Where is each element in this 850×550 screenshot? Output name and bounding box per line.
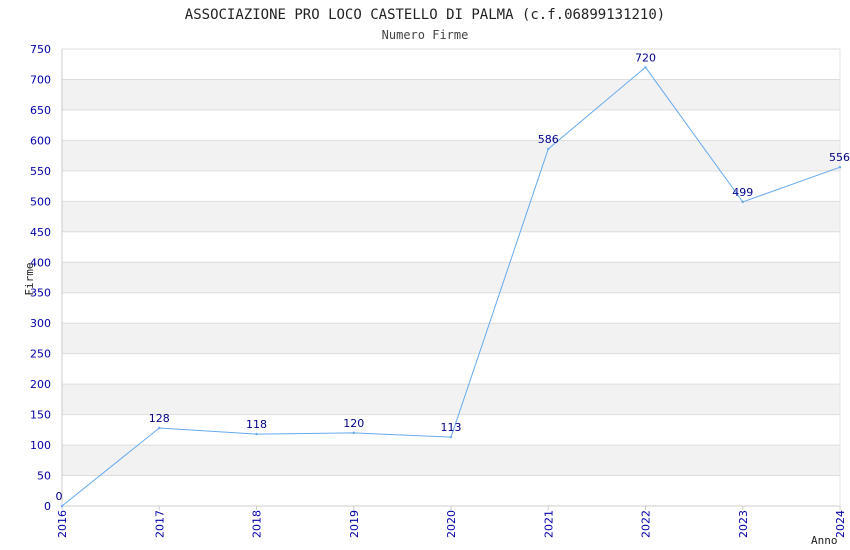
data-label: 128 <box>149 412 170 425</box>
chart-title: ASSOCIAZIONE PRO LOCO CASTELLO DI PALMA … <box>185 7 665 23</box>
x-tick-label: 2019 <box>348 510 361 538</box>
data-point <box>449 435 453 439</box>
y-tick-label: 100 <box>30 439 51 452</box>
plot-bands <box>62 79 840 476</box>
data-label: 118 <box>246 418 267 431</box>
plot-band <box>62 140 840 171</box>
y-tick-label: 250 <box>30 348 51 361</box>
y-tick-label: 600 <box>30 134 51 147</box>
plot-band <box>62 201 840 232</box>
y-tick-label: 200 <box>30 378 51 391</box>
plot-band <box>62 323 840 354</box>
x-tick-label: 2018 <box>251 510 264 538</box>
plot-band <box>62 445 840 476</box>
y-tick-label: 150 <box>30 409 51 422</box>
line-chart: ASSOCIAZIONE PRO LOCO CASTELLO DI PALMA … <box>23 7 850 547</box>
data-point <box>158 426 161 430</box>
data-label: 120 <box>343 417 364 430</box>
x-tick-label: 2021 <box>542 510 555 538</box>
y-axis-title: Firme <box>23 262 36 295</box>
x-tick-label: 2022 <box>640 510 653 538</box>
data-point <box>741 200 744 204</box>
y-tick-label: 0 <box>44 500 51 513</box>
y-tick-label: 450 <box>30 226 51 239</box>
data-label: 0 <box>56 490 63 503</box>
data-point <box>547 147 550 151</box>
y-tick-label: 500 <box>30 195 51 208</box>
chart-subtitle: Numero Firme <box>382 28 469 42</box>
y-tick-label: 300 <box>30 317 51 330</box>
plot-band <box>62 79 840 110</box>
data-label: 720 <box>635 51 656 64</box>
data-label: 586 <box>538 133 559 146</box>
data-point <box>838 166 842 169</box>
data-point <box>644 66 647 69</box>
y-tick-label: 550 <box>30 165 51 178</box>
data-point <box>255 432 258 436</box>
plot-band <box>62 384 840 415</box>
data-label: 113 <box>441 421 462 434</box>
x-tick-label: 2020 <box>445 510 458 538</box>
y-tick-label: 50 <box>37 470 51 483</box>
y-tick-label: 750 <box>30 43 51 56</box>
x-tick-label: 2017 <box>153 510 166 538</box>
data-point <box>60 504 64 508</box>
x-axis-title: Anno <box>811 534 838 547</box>
data-label: 556 <box>829 151 850 164</box>
x-axis-ticks: 2016 2017 2018 2019 2020 2021 2022 2023 2024 <box>56 506 847 538</box>
y-tick-label: 700 <box>30 73 51 86</box>
data-label: 499 <box>732 186 753 199</box>
y-tick-label: 650 <box>30 104 51 117</box>
plot-band <box>62 262 840 293</box>
x-tick-label: 2016 <box>56 510 69 538</box>
x-tick-label: 2023 <box>737 510 750 538</box>
data-point <box>352 431 355 435</box>
